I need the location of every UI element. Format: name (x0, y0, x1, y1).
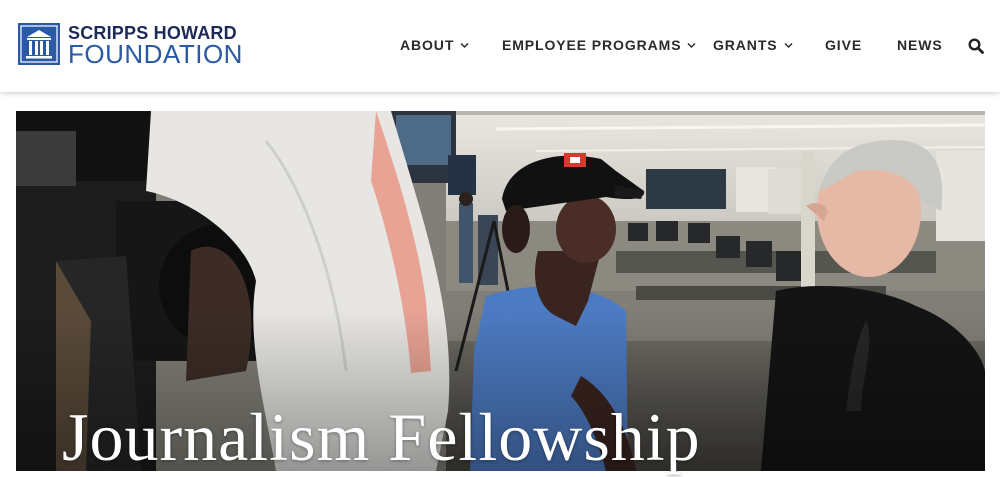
logo-text-bottom: FOUNDATION (68, 39, 243, 69)
nav-item-label: ABOUT (400, 37, 455, 53)
nav-item-news[interactable]: NEWS (897, 34, 943, 56)
nav-item-label: NEWS (897, 37, 943, 53)
nav-item-give[interactable]: GIVE (825, 34, 862, 56)
nav-item-employee-programs[interactable]: EMPLOYEE PROGRAMS (502, 34, 696, 56)
nav-item-about[interactable]: ABOUT (400, 34, 469, 56)
nav-item-label: GRANTS (713, 37, 778, 53)
nav-item-grants[interactable]: GRANTS (713, 34, 793, 56)
hero-title: Journalism Fellowship (62, 399, 701, 475)
site-header: SCRIPPS HOWARD FOUNDATION ABOUT EMPLOYEE… (0, 0, 1000, 92)
chevron-down-icon (783, 42, 793, 48)
nav-item-label: GIVE (825, 37, 863, 53)
chevron-down-icon (687, 42, 696, 48)
search-icon[interactable] (968, 38, 984, 54)
logo-mark-icon (18, 23, 60, 65)
nav-item-label: EMPLOYEE PROGRAMS (502, 37, 682, 53)
chevron-down-icon (460, 42, 469, 48)
site-logo[interactable]: SCRIPPS HOWARD FOUNDATION (18, 22, 248, 68)
